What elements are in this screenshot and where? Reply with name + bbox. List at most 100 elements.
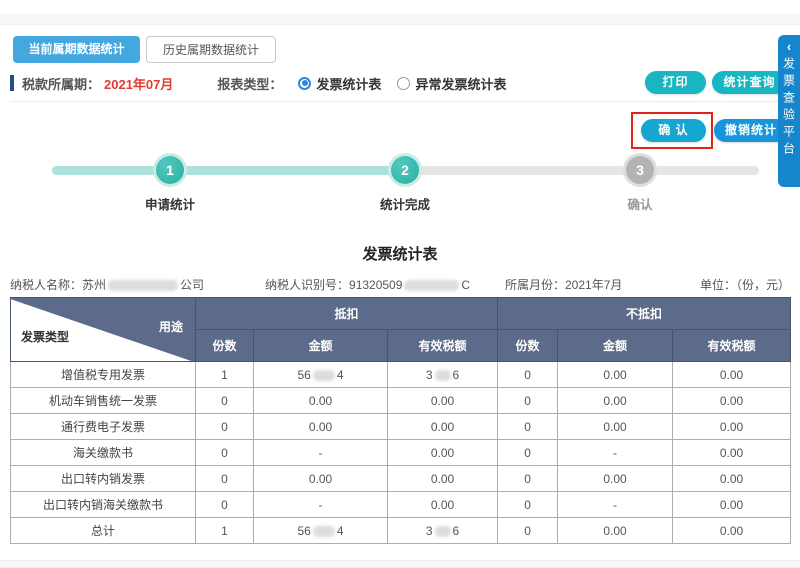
radio-abnormal-invoice-statistics-label[interactable]: 异常发票统计表: [415, 74, 506, 93]
value-cell: -: [254, 440, 388, 466]
value-cell: 0.00: [673, 362, 791, 388]
col-header-count-deduct: 份数: [196, 330, 254, 362]
table-row: 机动车销售统一发票00.000.0000.000.00: [11, 388, 791, 414]
taxpayer-id-prefix: 91320509: [349, 278, 402, 292]
value-cell: 1: [196, 518, 254, 544]
value-cell: 0.00: [673, 466, 791, 492]
value-cell: 0.00: [388, 440, 498, 466]
value-cell: 0.00: [673, 440, 791, 466]
usage-header: 用途: [159, 318, 183, 335]
invoice-type-cell: 海关缴款书: [11, 440, 196, 466]
step-3-label: 确认: [595, 194, 685, 213]
redacted-value: [435, 526, 451, 537]
radio-invoice-statistics-label[interactable]: 发票统计表: [316, 74, 381, 93]
taxpayer-name-label: 纳税人名称：: [10, 278, 82, 292]
print-button[interactable]: 打印: [645, 71, 706, 94]
step-1-label: 申请统计: [125, 194, 215, 213]
value-cell: -: [558, 492, 673, 518]
value-cell: 0: [498, 388, 558, 414]
value-cell: 0.00: [673, 492, 791, 518]
table-row: 出口转内销海关缴款书0-0.000-0.00: [11, 492, 791, 518]
step-1-circle: 1: [156, 156, 184, 184]
value-cell: 564: [254, 518, 388, 544]
step-2-label: 统计完成: [360, 194, 450, 213]
taxpayer-id-suffix: C: [461, 278, 470, 292]
group-header-deduct: 抵扣: [196, 298, 498, 330]
value-cell: 0.00: [673, 518, 791, 544]
value-cell: 0: [498, 492, 558, 518]
taxpayer-id: 纳税人识别号：91320509 C: [265, 276, 470, 293]
value-cell: 0: [498, 414, 558, 440]
value-cell: 0: [196, 414, 254, 440]
side-tab-label: 发票查验平台: [781, 57, 798, 159]
value-cell: -: [558, 440, 673, 466]
value-cell: 0.00: [673, 414, 791, 440]
invoice-type-cell: 出口转内销发票: [11, 466, 196, 492]
redacted-value: [435, 370, 451, 381]
invoice-type-cell: 增值税专用发票: [11, 362, 196, 388]
revoke-statistics-button[interactable]: 撤销统计: [714, 119, 788, 142]
value-cell: -: [254, 492, 388, 518]
redacted-value: [313, 526, 335, 537]
value-cell: 0.00: [254, 388, 388, 414]
redacted-id: [404, 280, 459, 291]
report-type-label: 报表类型：: [217, 74, 282, 93]
value-cell: 0.00: [388, 414, 498, 440]
section-marker: [10, 75, 14, 91]
taxpayer-name-prefix: 苏州: [82, 278, 106, 292]
invoice-type-cell: 机动车销售统一发票: [11, 388, 196, 414]
tab-current-period[interactable]: 当前属期数据统计: [13, 36, 140, 63]
radio-invoice-statistics[interactable]: [298, 77, 311, 90]
period-month: 所属月份：2021年7月: [505, 276, 622, 293]
stepper-track-completed: [52, 166, 405, 175]
value-cell: 0: [498, 466, 558, 492]
col-header-count-nondeduct: 份数: [498, 330, 558, 362]
value-cell: 0.00: [558, 518, 673, 544]
redacted-name: [108, 280, 178, 291]
radio-abnormal-invoice-statistics[interactable]: [397, 77, 410, 90]
confirm-button[interactable]: 确 认: [641, 119, 706, 142]
step-2-circle: 2: [391, 156, 419, 184]
value-cell: 0: [498, 518, 558, 544]
value-cell: 0.00: [254, 466, 388, 492]
col-header-amount-deduct: 金额: [254, 330, 388, 362]
tax-period-label: 税款所属期：: [22, 74, 100, 93]
value-cell: 36: [388, 518, 498, 544]
value-cell: 0: [498, 362, 558, 388]
top-band: [0, 13, 800, 25]
value-cell: 0.00: [558, 388, 673, 414]
taxpayer-name-suffix: 公司: [180, 278, 204, 292]
bottom-band: [0, 560, 800, 568]
tab-history-period[interactable]: 历史属期数据统计: [146, 36, 276, 63]
invoice-type-cell: 出口转内销海关缴款书: [11, 492, 196, 518]
table-row: 总计15643600.000.00: [11, 518, 791, 544]
value-cell: 0.00: [254, 414, 388, 440]
value-cell: 0: [196, 388, 254, 414]
unit-note: 单位：（份，元）: [700, 276, 790, 293]
invoice-type-cell: 通行费电子发票: [11, 414, 196, 440]
statistics-query-button[interactable]: 统计查询: [712, 71, 787, 94]
value-cell: 0: [196, 466, 254, 492]
value-cell: 0.00: [388, 466, 498, 492]
taxpayer-id-label: 纳税人识别号：: [265, 278, 349, 292]
value-cell: 0: [196, 492, 254, 518]
invoice-verification-platform-tab[interactable]: ‹ 发票查验平台: [778, 35, 800, 187]
filter-row: 税款所属期： 2021年07月 报表类型： 发票统计表 异常发票统计表: [10, 72, 506, 94]
col-header-tax-nondeduct: 有效税额: [673, 330, 791, 362]
value-cell: 36: [388, 362, 498, 388]
value-cell: 564: [254, 362, 388, 388]
taxpayer-name: 纳税人名称：苏州 公司: [10, 276, 204, 293]
invoice-statistics-table: 发票类型 用途 抵扣 不抵扣 份数 金额 有效税额 份数 金额 有效税额 增值税…: [10, 297, 791, 544]
table-row: 增值税专用发票15643600.000.00: [11, 362, 791, 388]
col-header-tax-deduct: 有效税额: [388, 330, 498, 362]
invoice-type-cell: 总计: [11, 518, 196, 544]
value-cell: 0.00: [388, 492, 498, 518]
value-cell: 0: [196, 440, 254, 466]
invoice-type-header: 发票类型: [21, 328, 69, 345]
value-cell: 0.00: [673, 388, 791, 414]
col-header-amount-nondeduct: 金额: [558, 330, 673, 362]
value-cell: 1: [196, 362, 254, 388]
tax-period-value: 2021年07月: [104, 74, 173, 93]
corner-header-cell: 发票类型 用途: [11, 298, 196, 362]
divider: [10, 101, 790, 102]
